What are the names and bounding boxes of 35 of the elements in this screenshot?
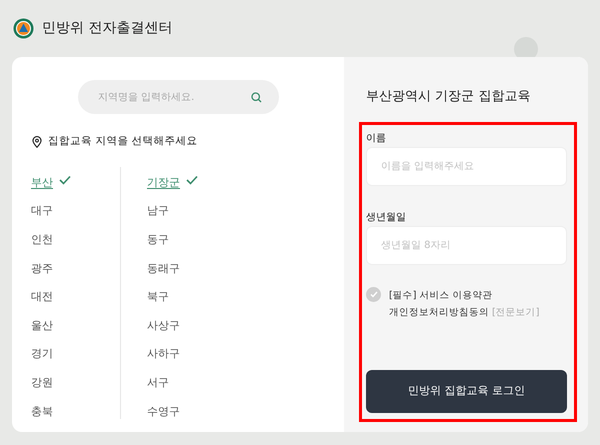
form-title: 부산광역시 기장군 집합교육 <box>365 88 532 106</box>
logo-icon <box>13 18 34 39</box>
field-label: 이름 <box>366 132 387 146</box>
region-item[interactable]: 광주 <box>31 260 53 277</box>
login-button[interactable]: 민방위 집합교육 로그인 <box>366 370 567 413</box>
search-icon[interactable] <box>251 92 262 103</box>
region-item[interactable]: 동래구 <box>147 260 180 277</box>
region-item[interactable]: 남구 <box>147 203 169 220</box>
region-item[interactable]: 경기 <box>31 346 53 362</box>
region-hint: 집합교육 지역을 선택해주세요 <box>48 134 198 149</box>
required-tag: [필수] <box>389 287 416 304</box>
region-item[interactable]: 강원 <box>31 374 53 391</box>
region-item[interactable]: 서구 <box>147 374 169 391</box>
region-item[interactable]: 사하구 <box>147 346 180 362</box>
region-item[interactable]: 사상구 <box>147 318 180 334</box>
field-label: 생년월일 <box>366 211 407 225</box>
input-field[interactable]: 생년월일 8자리 <box>366 226 567 265</box>
location-pin-icon <box>32 136 42 148</box>
region-item[interactable]: 인천 <box>31 232 53 248</box>
region-item[interactable]: 대전 <box>31 289 53 306</box>
region-item[interactable]: 대구 <box>31 203 53 220</box>
region-item[interactable]: 북구 <box>147 289 169 306</box>
region-item[interactable]: 기장군 <box>147 174 180 191</box>
agree-checkbox[interactable] <box>366 287 381 302</box>
check-icon <box>370 291 378 298</box>
site-title: 민방위 전자출결센터 <box>42 19 172 38</box>
region-item[interactable]: 동구 <box>147 232 169 248</box>
privacy-text: 개인정보처리방침동의 <box>389 306 489 320</box>
region-item[interactable]: 충북 <box>31 404 53 420</box>
search-field[interactable]: 지역명을 입력하세요. <box>78 80 279 114</box>
region-item[interactable]: 울산 <box>31 318 53 334</box>
terms-text: 서비스 이용약관 <box>419 289 492 303</box>
input-field[interactable]: 이름을 입력해주세요 <box>366 147 567 186</box>
region-item[interactable]: 수영구 <box>147 404 180 420</box>
region-item[interactable]: 부산 <box>31 174 53 191</box>
